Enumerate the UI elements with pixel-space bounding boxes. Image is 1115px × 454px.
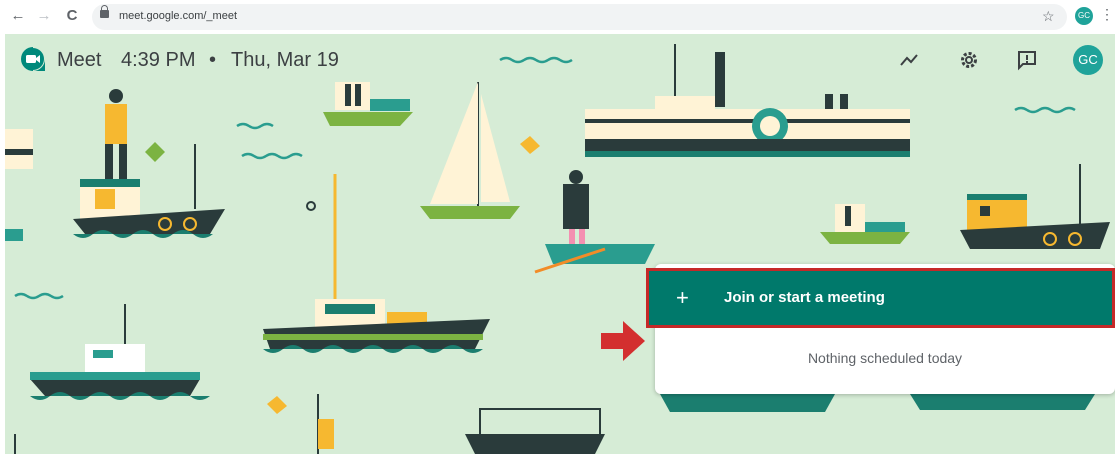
plus-icon: + (676, 285, 689, 310)
join-or-start-meeting-button[interactable]: + Join or start a meeting (646, 268, 1115, 328)
current-time: 4:39 PM (121, 49, 196, 71)
url-text: meet.google.com/_meet (119, 10, 238, 22)
app-name: Meet (57, 49, 102, 71)
meeting-card: + Join or start a meeting Nothing schedu… (646, 264, 1115, 394)
browser-menu-icon[interactable]: ⋮ (1100, 6, 1114, 23)
meet-header: Meet 4:39 PM • Thu, Mar 19 GC (5, 34, 1115, 86)
browser-profile-avatar[interactable]: GC (1075, 7, 1093, 25)
forward-button[interactable]: → (34, 6, 54, 26)
settings-gear-icon[interactable] (958, 49, 980, 71)
address-bar[interactable]: meet.google.com/_meet ☆ (92, 4, 1067, 30)
lock-icon (100, 5, 109, 18)
quality-icon[interactable] (898, 49, 920, 71)
browser-toolbar: ← → C meet.google.com/_meet ☆ GC ⋮ (0, 0, 1115, 34)
empty-schedule-message: Nothing scheduled today (807, 350, 963, 366)
reload-button[interactable]: C (62, 6, 82, 26)
join-button-label: Join or start a meeting (724, 289, 885, 306)
meet-page: Meet 4:39 PM • Thu, Mar 19 GC + Join or … (5, 34, 1115, 454)
feedback-icon[interactable] (1016, 49, 1038, 71)
user-avatar[interactable]: GC (1073, 45, 1103, 75)
current-date: Thu, Mar 19 (231, 49, 339, 71)
back-button[interactable]: ← (8, 6, 28, 26)
bookmark-star-icon[interactable]: ☆ (1042, 8, 1055, 25)
red-arrow-annotation (601, 321, 645, 361)
meet-logo-icon[interactable] (20, 46, 46, 72)
separator-dot: • (209, 49, 217, 71)
